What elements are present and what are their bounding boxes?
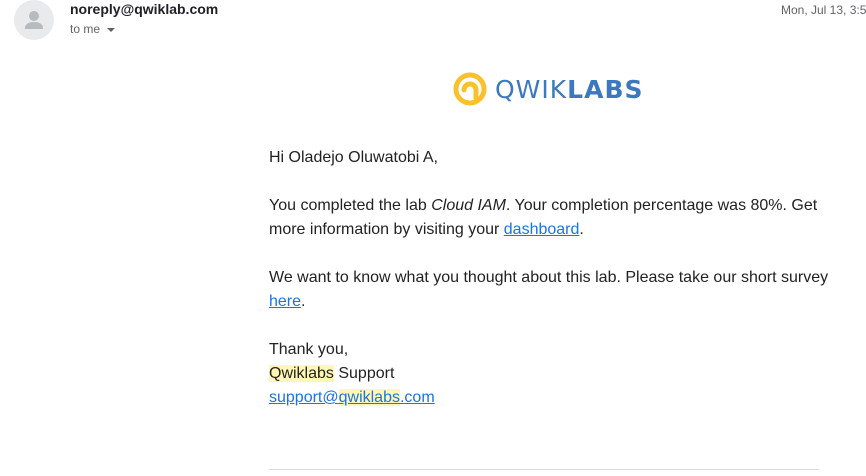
signature-team: Qwiklabs Support [269, 365, 395, 382]
logo-wordmark: QWIKLABS [495, 74, 644, 104]
qwiklabs-logo: QWIKLABS [453, 72, 644, 106]
chevron-down-icon[interactable] [106, 22, 116, 36]
completion-paragraph: You completed the lab Cloud IAM. Your co… [269, 197, 818, 238]
greeting: Hi Oladejo Oluwatobi A, [269, 149, 438, 166]
signoff: Thank you, [269, 341, 349, 358]
survey-paragraph: We want to know what you thought about t… [269, 269, 829, 310]
recipients-label: to me [70, 22, 101, 36]
recipients-toggle[interactable]: to me [70, 22, 116, 36]
message-date: Mon, Jul 13, 3:5 [781, 3, 866, 17]
sender-avatar[interactable] [14, 0, 54, 40]
qwiklabs-logo-icon [453, 72, 487, 106]
signature: Thank you, Qwiklabs Support support@qwik… [269, 338, 829, 410]
dashboard-link[interactable]: dashboard [504, 221, 580, 238]
footer-divider [269, 469, 819, 470]
survey-link[interactable]: here [269, 293, 301, 310]
person-icon [25, 11, 43, 29]
email-body: Hi Oladejo Oluwatobi A, You completed th… [269, 146, 829, 410]
sender-address: noreply@qwiklab.com [70, 1, 219, 17]
support-email-link[interactable]: support@qwiklabs.com [269, 389, 435, 406]
lab-name: Cloud IAM [431, 197, 506, 214]
